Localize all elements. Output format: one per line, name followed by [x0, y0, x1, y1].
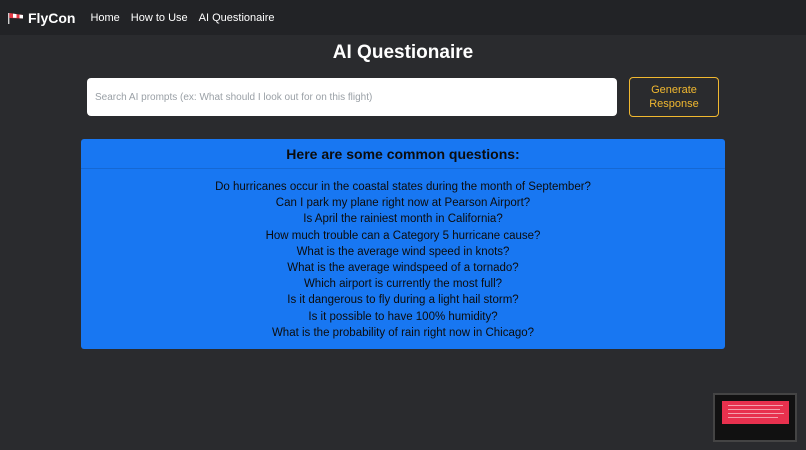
thumbnail-line [728, 405, 783, 406]
thumbnail-line [728, 413, 784, 414]
question-item[interactable]: Do hurricanes occur in the coastal state… [81, 179, 725, 195]
page-title: AI Questionaire [332, 42, 474, 63]
preview-thumbnail[interactable] [713, 393, 797, 442]
nav-ai-questionaire[interactable]: AI Questionaire [199, 12, 275, 24]
question-item[interactable]: What is the probability of rain right no… [81, 325, 725, 341]
search-input[interactable] [87, 78, 617, 116]
thumbnail-line [728, 409, 780, 410]
question-item[interactable]: Is April the rainiest month in Californi… [81, 211, 725, 227]
question-item[interactable]: Can I park my plane right now at Pearson… [81, 195, 725, 211]
nav-how-to-use[interactable]: How to Use [131, 12, 188, 24]
thumbnail-line [728, 417, 778, 418]
thumbnail-content [722, 401, 789, 424]
nav-home[interactable]: Home [90, 12, 119, 24]
question-item[interactable]: Is it dangerous to fly during a light ha… [81, 292, 725, 308]
question-item[interactable]: What is the average wind speed in knots? [81, 244, 725, 260]
brand-name: FlyCon [28, 9, 76, 26]
question-item[interactable]: Which airport is currently the most full… [81, 276, 725, 292]
windsock-icon [8, 12, 23, 24]
question-list: Do hurricanes occur in the coastal state… [81, 179, 725, 341]
question-item[interactable]: How much trouble can a Category 5 hurric… [81, 228, 725, 244]
navbar: FlyCon Home How to Use AI Questionaire [0, 0, 806, 35]
card-header: Here are some common questions: [81, 139, 725, 169]
generate-response-button[interactable]: Generate Response [629, 77, 719, 117]
common-questions-card: Here are some common questions: Do hurri… [81, 139, 725, 349]
brand[interactable]: FlyCon [8, 10, 75, 26]
question-item[interactable]: What is the average windspeed of a torna… [81, 260, 725, 276]
question-item[interactable]: Is it possible to have 100% humidity? [81, 309, 725, 325]
